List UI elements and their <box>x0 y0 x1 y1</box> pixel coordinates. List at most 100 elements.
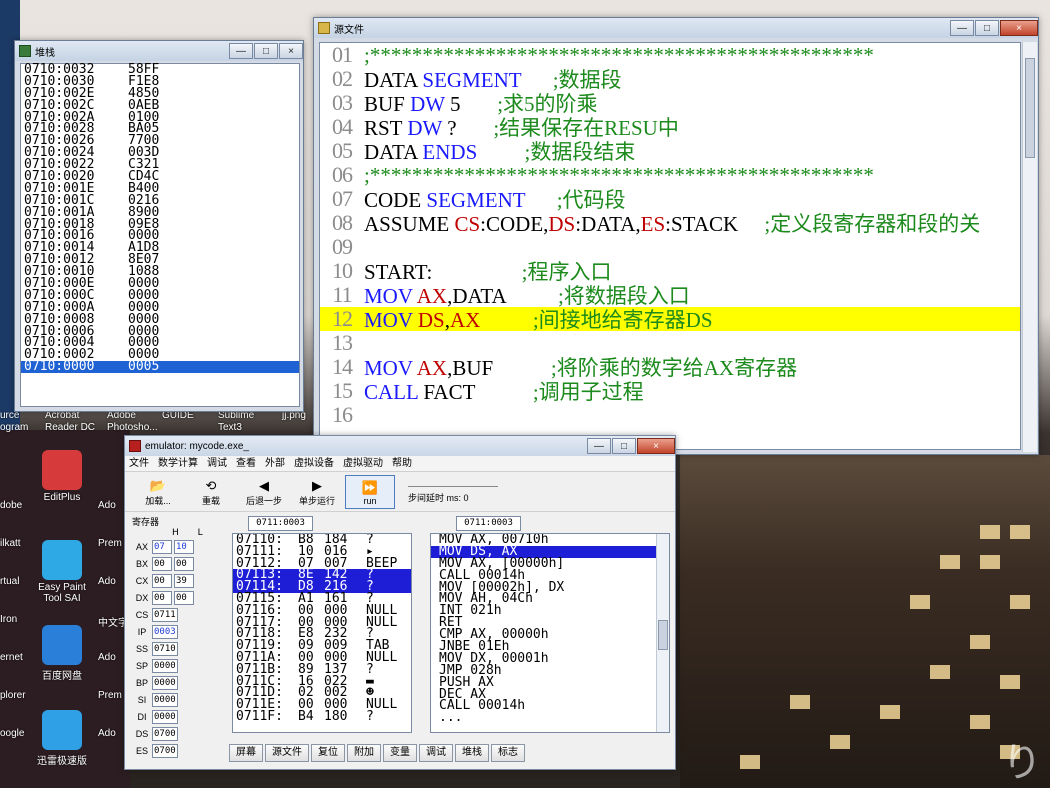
register-low[interactable]: 00 <box>174 590 194 605</box>
bottom-button[interactable]: 标志 <box>491 744 525 762</box>
memory-row[interactable]: 0711F: B4 180? <box>233 710 411 723</box>
menu-item[interactable]: 调试 <box>207 456 227 471</box>
desktop-icon-label[interactable]: Ado <box>98 652 116 663</box>
desktop-icon-label[interactable]: Ado <box>98 576 116 587</box>
menu-item[interactable]: 数学计算 <box>158 456 198 471</box>
desktop-icon-label[interactable]: ilkatt <box>0 538 21 549</box>
reload-button[interactable]: ⟲ 重载 <box>186 475 236 509</box>
register-value[interactable]: 0000 <box>152 692 178 707</box>
desktop-icon-label[interactable]: Photosho... <box>107 422 158 433</box>
emulator-titlebar[interactable]: emulator: mycode.exe_ — □ × <box>125 436 675 456</box>
desktop-icon[interactable]: EditPlus <box>33 450 91 503</box>
register-value[interactable]: 0710 <box>152 641 178 656</box>
memory-list[interactable]: 07110: B8 184? 07111: 10 016 ▸ 07112: 07 007 BEEP 0… <box>232 533 412 733</box>
register-low[interactable]: 00 <box>174 556 194 571</box>
disasm-row[interactable]: ... <box>431 711 669 724</box>
source-window[interactable]: 源文件 — □ × 01 ;***************************… <box>313 17 1039 455</box>
register-high[interactable]: 00 <box>152 556 172 571</box>
scrollbar-thumb[interactable] <box>658 620 668 650</box>
register-value[interactable]: 0700 <box>152 726 178 741</box>
desktop-icon-label[interactable]: Prem <box>98 538 122 549</box>
desktop-icon-label[interactable]: ernet <box>0 652 23 663</box>
stack-window[interactable]: 堆栈 — □ × 0710:0032 58FF 0710:0030 F1E8 0710:… <box>14 40 304 412</box>
scrollbar-thumb[interactable] <box>1025 58 1035 158</box>
source-editor[interactable]: 01 ;*************************************… <box>319 42 1021 450</box>
desktop-icon-label[interactable]: Ado <box>98 500 116 511</box>
load-button[interactable]: 📂 加载... <box>133 475 183 509</box>
desktop-icon-label[interactable]: plorer <box>0 690 26 701</box>
source-scrollbar[interactable] <box>1022 42 1037 452</box>
source-window-titlebar[interactable]: 源文件 — □ × <box>314 18 1038 38</box>
source-line[interactable]: 16 <box>320 402 1020 427</box>
minimize-button[interactable]: — <box>229 43 253 59</box>
bottom-button[interactable]: 附加 <box>347 744 381 762</box>
desktop-icon-label[interactable]: oogle <box>0 728 24 739</box>
desktop-icon-label[interactable]: Prem <box>98 690 122 701</box>
menu-item[interactable]: 文件 <box>129 456 149 471</box>
register-low[interactable]: 39 <box>174 573 194 588</box>
bottom-button[interactable]: 调试 <box>419 744 453 762</box>
disasm-row[interactable]: INT 021h <box>431 604 669 617</box>
menu-item[interactable]: 外部 <box>265 456 285 471</box>
register-value[interactable]: 0003 <box>152 624 178 639</box>
memory-address-input[interactable]: 0711:0003 <box>248 516 313 531</box>
bottom-button[interactable]: 堆栈 <box>455 744 489 762</box>
desktop-icon-label[interactable]: Iron <box>0 614 17 625</box>
maximize-button[interactable]: □ <box>612 438 636 454</box>
desktop-icon-label[interactable]: ogram <box>0 422 28 433</box>
register-value[interactable]: 0000 <box>152 675 178 690</box>
register-value[interactable]: 0000 <box>152 658 178 673</box>
stack-window-titlebar[interactable]: 堆栈 — □ × <box>15 41 303 61</box>
bottom-button[interactable]: 源文件 <box>265 744 309 762</box>
source-line[interactable]: 12 MOV DS,AX ;间接地给寄存器DS <box>320 306 1020 332</box>
register-value[interactable]: 0700 <box>152 743 178 758</box>
disasm-scrollbar[interactable] <box>656 534 669 732</box>
menu-item[interactable]: 查看 <box>236 456 256 471</box>
bottom-button[interactable]: 复位 <box>311 744 345 762</box>
register-value[interactable]: 0711 <box>152 607 178 622</box>
emulator-title: emulator: mycode.exe_ <box>145 440 249 452</box>
bottom-button[interactable]: 屏幕 <box>229 744 263 762</box>
run-button[interactable]: ⏩ run <box>345 474 395 509</box>
step-forward-button[interactable]: ▶ 单步运行 <box>292 475 342 509</box>
register-high[interactable]: 07 <box>152 539 172 554</box>
source-line[interactable]: 08 ASSUME CS:CODE,DS:DATA,ES:STACK ;定义段寄存… <box>320 208 1020 238</box>
desktop-wallpaper-building <box>680 455 1050 788</box>
speed-slider[interactable]: 步间延时 ms: 0 <box>408 479 498 504</box>
disasm-address-input[interactable]: 0711:0003 <box>456 516 521 531</box>
close-button[interactable]: × <box>1000 20 1038 36</box>
disasm-row[interactable]: CALL 00014h <box>431 700 669 713</box>
minimize-button[interactable]: — <box>950 20 974 36</box>
building-window <box>940 555 960 569</box>
maximize-button[interactable]: □ <box>254 43 278 59</box>
emulator-window[interactable]: emulator: mycode.exe_ — □ × 文件 数学计算 调试 查看 外部… <box>124 435 676 770</box>
maximize-button[interactable]: □ <box>975 20 999 36</box>
source-line[interactable]: 15 CALL FACT ;调用子过程 <box>320 378 1020 404</box>
source-line[interactable]: 05 DATA ENDS ;数据段结束 <box>320 138 1020 164</box>
speed-track[interactable] <box>408 479 498 487</box>
stack-list[interactable]: 0710:0032 58FF 0710:0030 F1E8 0710:002E 4850 0… <box>20 63 300 407</box>
desktop-icon-label[interactable]: dobe <box>0 500 22 511</box>
menu-item[interactable]: 帮助 <box>392 456 412 471</box>
stack-row[interactable]: 0710:0000 0005 < <box>21 360 299 385</box>
desktop-icon-label[interactable]: rtual <box>0 576 19 587</box>
desktop-icon-label[interactable]: Text3 <box>218 422 242 433</box>
minimize-button[interactable]: — <box>587 438 611 454</box>
register-high[interactable]: 00 <box>152 573 172 588</box>
register-value[interactable]: 0000 <box>152 709 178 724</box>
desktop-icon-label[interactable]: Reader DC <box>45 422 95 433</box>
desktop-icon[interactable]: 迅雷极速版 <box>33 710 91 767</box>
bottom-button[interactable]: 变量 <box>383 744 417 762</box>
close-button[interactable]: × <box>637 438 675 454</box>
desktop-icon[interactable]: Easy Paint Tool SAI <box>33 540 91 604</box>
close-button[interactable]: × <box>279 43 303 59</box>
menu-item[interactable]: 虚拟设备 <box>294 456 334 471</box>
line-code: ASSUME CS:CODE,DS:DATA,ES:STACK ;定义段寄存器和… <box>364 208 980 238</box>
disassembly-list[interactable]: MOV AX, 00710h MOV DS, AX MOV AX, [00000h]… <box>430 533 670 733</box>
desktop-icon[interactable]: 百度网盘 <box>33 625 91 682</box>
step-back-button[interactable]: ◀ 后退一步 <box>239 475 289 509</box>
desktop-icon-label[interactable]: Ado <box>98 728 116 739</box>
menu-item[interactable]: 虚拟驱动 <box>343 456 383 471</box>
register-low[interactable]: 10 <box>174 539 194 554</box>
register-high[interactable]: 00 <box>152 590 172 605</box>
